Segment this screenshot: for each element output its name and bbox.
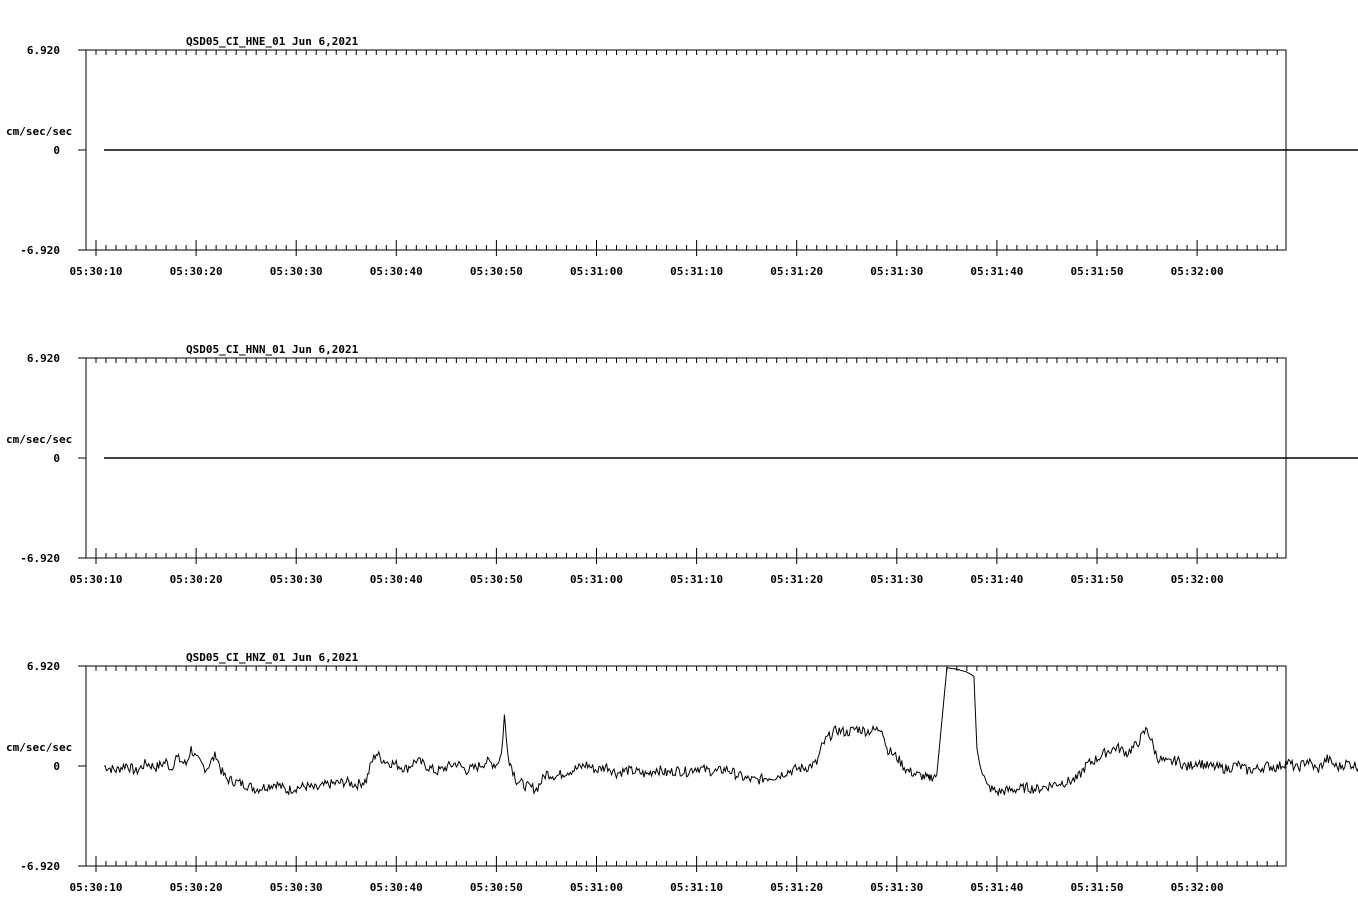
plot-border — [85, 665, 1287, 867]
x-tick-label: 05:30:50 — [470, 265, 523, 278]
x-tick-label: 05:30:40 — [370, 573, 423, 586]
y-tick-label-bottom: -6.920 — [20, 860, 60, 873]
x-tick-label: 05:30:10 — [70, 265, 123, 278]
axis-ticks — [78, 665, 1278, 872]
y-axis-label: cm/sec/sec — [6, 741, 72, 754]
x-tick-label: 05:31:30 — [870, 573, 923, 586]
x-tick-label: 05:31:00 — [570, 265, 623, 278]
x-tick-label: 05:31:50 — [1071, 265, 1124, 278]
x-tick-label: 05:31:30 — [870, 881, 923, 894]
y-axis-label: cm/sec/sec — [6, 125, 72, 138]
x-tick-label: 05:31:10 — [670, 265, 723, 278]
x-tick-label: 05:31:10 — [670, 881, 723, 894]
x-tick-label: 05:31:40 — [970, 881, 1023, 894]
panel-hne: QSD05_CI_HNE_01 Jun 6,2021 cm/sec/sec 6.… — [6, 35, 1358, 278]
x-tick-label: 05:32:00 — [1171, 881, 1224, 894]
panel-hnz: QSD05_CI_HNZ_01 Jun 6,2021 cm/sec/sec 6.… — [6, 651, 1358, 894]
x-tick-label: 05:30:30 — [270, 265, 323, 278]
waveform-trace — [103, 667, 1358, 797]
axis-ticks — [78, 49, 1278, 256]
x-tick-label: 05:30:10 — [70, 573, 123, 586]
x-tick-label: 05:31:00 — [570, 881, 623, 894]
x-tick-label: 05:31:40 — [970, 265, 1023, 278]
x-tick-label: 05:32:00 — [1171, 573, 1224, 586]
y-tick-label-zero: 0 — [53, 452, 60, 465]
y-tick-label-zero: 0 — [53, 144, 60, 157]
x-tick-labels: 05:30:10 05:30:20 05:30:30 05:30:40 05:30:50… — [70, 265, 1224, 278]
x-tick-label: 05:31:30 — [870, 265, 923, 278]
x-tick-label: 05:31:20 — [770, 573, 823, 586]
panel-title: QSD05_CI_HNE_01 Jun 6,2021 — [186, 35, 359, 48]
x-tick-label: 05:31:20 — [770, 881, 823, 894]
x-tick-label: 05:30:30 — [270, 881, 323, 894]
x-tick-label: 05:31:20 — [770, 265, 823, 278]
panel-hnn: QSD05_CI_HNN_01 Jun 6,2021 cm/sec/sec 6.… — [6, 343, 1358, 586]
x-tick-label: 05:31:40 — [970, 573, 1023, 586]
y-axis-label: cm/sec/sec — [6, 433, 72, 446]
y-tick-label-top: 6.920 — [27, 44, 60, 57]
axis-ticks — [78, 357, 1278, 564]
x-tick-label: 05:30:30 — [270, 573, 323, 586]
x-tick-label: 05:31:00 — [570, 573, 623, 586]
x-tick-label: 05:30:50 — [470, 881, 523, 894]
y-tick-label-top: 6.920 — [27, 660, 60, 673]
x-tick-label: 05:31:10 — [670, 573, 723, 586]
x-tick-label: 05:31:50 — [1071, 881, 1124, 894]
x-tick-label: 05:30:40 — [370, 265, 423, 278]
y-tick-label-zero: 0 — [53, 760, 60, 773]
x-tick-label: 05:30:10 — [70, 881, 123, 894]
x-tick-label: 05:30:50 — [470, 573, 523, 586]
x-tick-labels: 05:30:10 05:30:20 05:30:30 05:30:40 05:30:50… — [70, 881, 1224, 894]
panel-title: QSD05_CI_HNN_01 Jun 6,2021 — [186, 343, 359, 356]
y-tick-label-bottom: -6.920 — [20, 552, 60, 565]
plot-frame — [85, 665, 1287, 867]
panel-title: QSD05_CI_HNZ_01 Jun 6,2021 — [186, 651, 359, 664]
x-tick-label: 05:30:40 — [370, 881, 423, 894]
x-tick-label: 05:30:20 — [170, 881, 223, 894]
x-tick-label: 05:32:00 — [1171, 265, 1224, 278]
x-tick-label: 05:30:20 — [170, 265, 223, 278]
seismogram-figure: QSD05_CI_HNE_01 Jun 6,2021 cm/sec/sec 6.… — [6, 35, 1358, 894]
x-tick-labels: 05:30:10 05:30:20 05:30:30 05:30:40 05:30:50… — [70, 573, 1224, 586]
x-tick-label: 05:30:20 — [170, 573, 223, 586]
y-tick-label-top: 6.920 — [27, 352, 60, 365]
y-tick-label-bottom: -6.920 — [20, 244, 60, 257]
x-tick-label: 05:31:50 — [1071, 573, 1124, 586]
